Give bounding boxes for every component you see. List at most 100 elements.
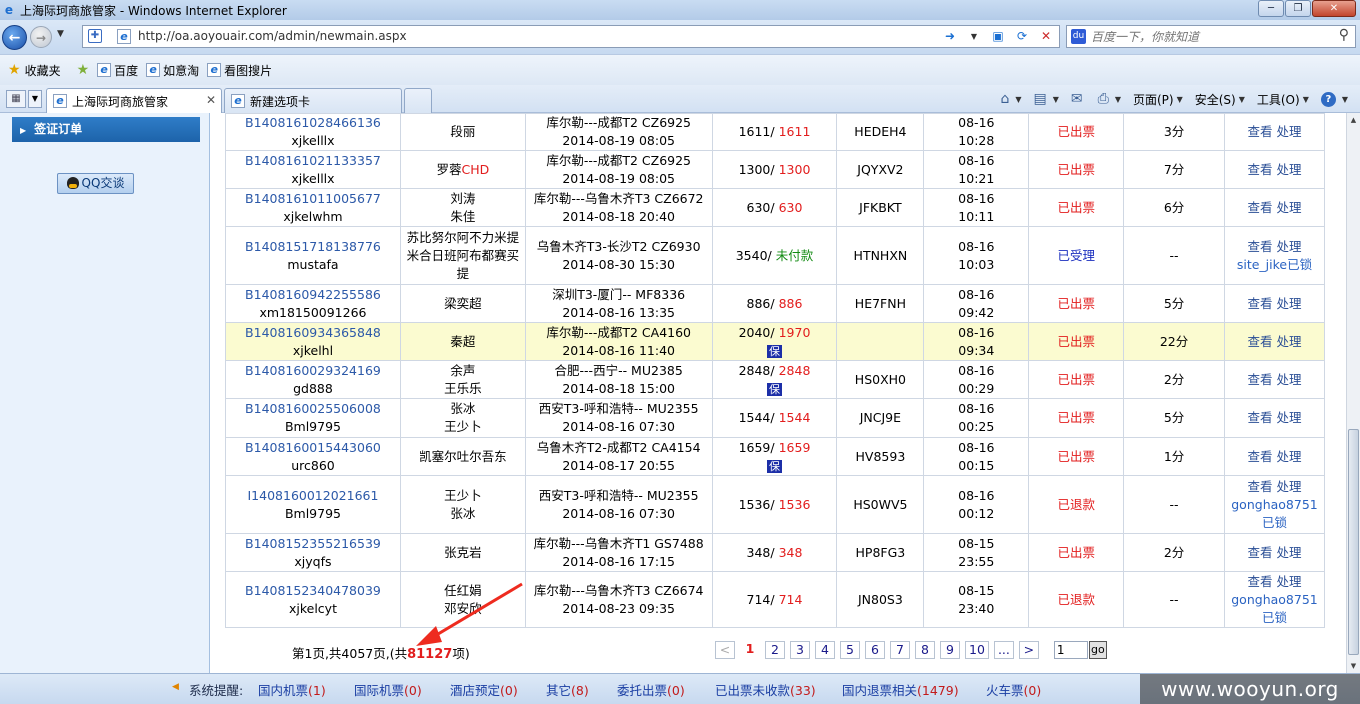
- reminder-link[interactable]: 国际机票(0): [354, 680, 422, 699]
- compat-view-icon[interactable]: ▣: [989, 28, 1007, 45]
- view-process-links[interactable]: 查看 处理: [1227, 123, 1322, 141]
- order-id-link[interactable]: B1408161028466136: [228, 114, 398, 132]
- view-process-links[interactable]: 查看 处理: [1227, 333, 1322, 351]
- favorite-link-ruyitao[interactable]: e 如意淘: [146, 62, 199, 79]
- order-id-link[interactable]: B1408160934365848: [228, 324, 398, 342]
- reminder-link[interactable]: 火车票(0): [986, 680, 1041, 699]
- view-process-links[interactable]: 查看 处理: [1227, 199, 1322, 217]
- help-button[interactable]: ? ▼: [1320, 91, 1348, 107]
- view-process-links[interactable]: 查看 处理: [1227, 573, 1322, 591]
- safety-menu[interactable]: 安全(S) ▼: [1195, 91, 1245, 108]
- search-box[interactable]: du ⚲: [1066, 25, 1356, 48]
- page-icon: e: [117, 29, 131, 44]
- next-page-button[interactable]: >: [1018, 641, 1039, 659]
- favorite-link-baidu[interactable]: e 百度: [97, 62, 138, 79]
- page-button[interactable]: ...: [993, 641, 1014, 659]
- lock-info[interactable]: gonghao8751 已锁: [1227, 591, 1322, 627]
- restore-button[interactable]: ❐: [1285, 0, 1311, 17]
- reminder-link[interactable]: 国内机票(1): [258, 680, 326, 699]
- insurance-badge: 保: [766, 382, 782, 396]
- add-favorite-button[interactable]: ★: [77, 62, 94, 78]
- search-input[interactable]: [1091, 28, 1321, 45]
- url-box[interactable]: ✚ e http://oa.aoyouair.com/admin/newmain…: [82, 25, 1060, 48]
- page-button[interactable]: 10: [965, 641, 989, 659]
- view-process-links[interactable]: 查看 处理: [1227, 238, 1322, 256]
- order-id-link[interactable]: B1408161011005677: [228, 190, 398, 208]
- order-id-link[interactable]: B1408152355216539: [228, 535, 398, 553]
- view-process-links[interactable]: 查看 处理: [1227, 371, 1322, 389]
- view-process-links[interactable]: 查看 处理: [1227, 161, 1322, 179]
- feeds-button[interactable]: ▤ ▼: [1033, 91, 1058, 107]
- order-id-link[interactable]: B1408160015443060: [228, 439, 398, 457]
- page-number-input[interactable]: [1053, 641, 1088, 659]
- tab-active[interactable]: e 上海际珂商旅管家 ✕: [46, 88, 222, 113]
- favorites-button[interactable]: ★ 收藏夹: [8, 62, 61, 79]
- reminder-link[interactable]: 酒店预定(0): [450, 680, 518, 699]
- page-button[interactable]: 4: [815, 641, 835, 659]
- reminder-link[interactable]: 已出票未收款(33): [715, 680, 816, 699]
- page-button[interactable]: 7: [890, 641, 910, 659]
- order-id-link[interactable]: B1408160029324169: [228, 362, 398, 380]
- ie-page-icon: e: [146, 63, 161, 77]
- order-id-link[interactable]: B1408160942255586: [228, 286, 398, 304]
- url-dropdown-icon[interactable]: ▼: [965, 28, 983, 45]
- home-button[interactable]: ⌂ ▼: [1000, 91, 1021, 107]
- page-button[interactable]: 6: [865, 641, 885, 659]
- stop-icon[interactable]: ✕: [1037, 28, 1055, 45]
- scrollbar-thumb[interactable]: [1348, 429, 1359, 655]
- page-button[interactable]: 3: [790, 641, 810, 659]
- scroll-up-icon[interactable]: ▲: [1347, 113, 1360, 127]
- view-process-links[interactable]: 查看 处理: [1227, 544, 1322, 562]
- sidebar-item-visa-orders[interactable]: ▶ 签证订单: [12, 117, 200, 142]
- refresh-icon[interactable]: ⟳: [1013, 28, 1031, 45]
- view-process-links[interactable]: 查看 处理: [1227, 409, 1322, 427]
- minimize-button[interactable]: ─: [1258, 0, 1284, 17]
- page-button[interactable]: 9: [940, 641, 960, 659]
- reminder-link[interactable]: 国内退票相关(1479): [842, 680, 959, 699]
- tab-new[interactable]: e 新建选项卡: [224, 88, 402, 113]
- vertical-scrollbar[interactable]: ▲ ▼: [1346, 113, 1360, 673]
- back-button[interactable]: ←: [2, 25, 27, 50]
- close-tab-icon[interactable]: ✕: [206, 93, 216, 107]
- view-process-links[interactable]: 查看 处理: [1227, 295, 1322, 313]
- close-window-button[interactable]: ✕: [1312, 0, 1356, 17]
- order-id-link[interactable]: B1408160025506008: [228, 400, 398, 418]
- qq-chat-button[interactable]: QQ交谈: [57, 173, 134, 194]
- scroll-down-icon[interactable]: ▼: [1347, 659, 1360, 673]
- mail-button[interactable]: ✉: [1071, 91, 1086, 107]
- order-id-link[interactable]: B1408152340478039: [228, 582, 398, 600]
- page-menu[interactable]: 页面(P) ▼: [1133, 91, 1183, 108]
- history-dropdown-icon[interactable]: ▼: [57, 29, 64, 39]
- lock-info[interactable]: gonghao8751 已锁: [1227, 496, 1322, 532]
- addon-icon[interactable]: ➜: [941, 28, 959, 45]
- compat-shield-icon[interactable]: ✚: [88, 29, 102, 43]
- pnr-cell: HP8FG3: [836, 533, 925, 572]
- page-button[interactable]: 5: [840, 641, 860, 659]
- tools-menu[interactable]: 工具(O) ▼: [1257, 91, 1309, 108]
- view-process-links[interactable]: 查看 处理: [1227, 448, 1322, 466]
- table-row: B1408160015443060 urc860 凯塞尔吐尔吾东 乌鲁木齐T2-成都T…: [225, 437, 1326, 476]
- forward-button[interactable]: →: [30, 26, 52, 48]
- view-process-links[interactable]: 查看 处理: [1227, 478, 1322, 496]
- order-id-link[interactable]: B1408161021133357: [228, 152, 398, 170]
- new-tab-button[interactable]: [404, 88, 432, 113]
- order-id-link[interactable]: I1408160012021661: [228, 487, 398, 505]
- lock-info[interactable]: site_jike已锁: [1227, 256, 1322, 274]
- favorite-link-kantu[interactable]: e 看图搜片: [207, 62, 272, 79]
- page-button[interactable]: 2: [765, 641, 785, 659]
- page-button[interactable]: 8: [915, 641, 935, 659]
- tab-list-dropdown-icon[interactable]: ▼: [28, 90, 42, 108]
- go-button[interactable]: go: [1088, 641, 1107, 659]
- reminder-link[interactable]: 委托出票(0): [617, 680, 685, 699]
- pager: < 123456789 10...> go: [715, 641, 1107, 659]
- search-icon[interactable]: ⚲: [1339, 27, 1349, 43]
- print-button[interactable]: ⎙ ▼: [1098, 91, 1121, 107]
- page-menu-label: 页面(P): [1132, 92, 1174, 107]
- route: 深圳T3-厦门-- MF8336: [552, 286, 686, 302]
- prev-page-button[interactable]: <: [715, 641, 735, 659]
- url-text[interactable]: http://oa.aoyouair.com/admin/newmain.asp…: [138, 29, 407, 43]
- quick-tabs-icon[interactable]: ▦: [6, 90, 26, 108]
- reminder-link[interactable]: 其它(8): [546, 680, 589, 699]
- order-id-link[interactable]: B1408151718138776: [228, 238, 398, 256]
- page-button[interactable]: 1: [740, 641, 760, 659]
